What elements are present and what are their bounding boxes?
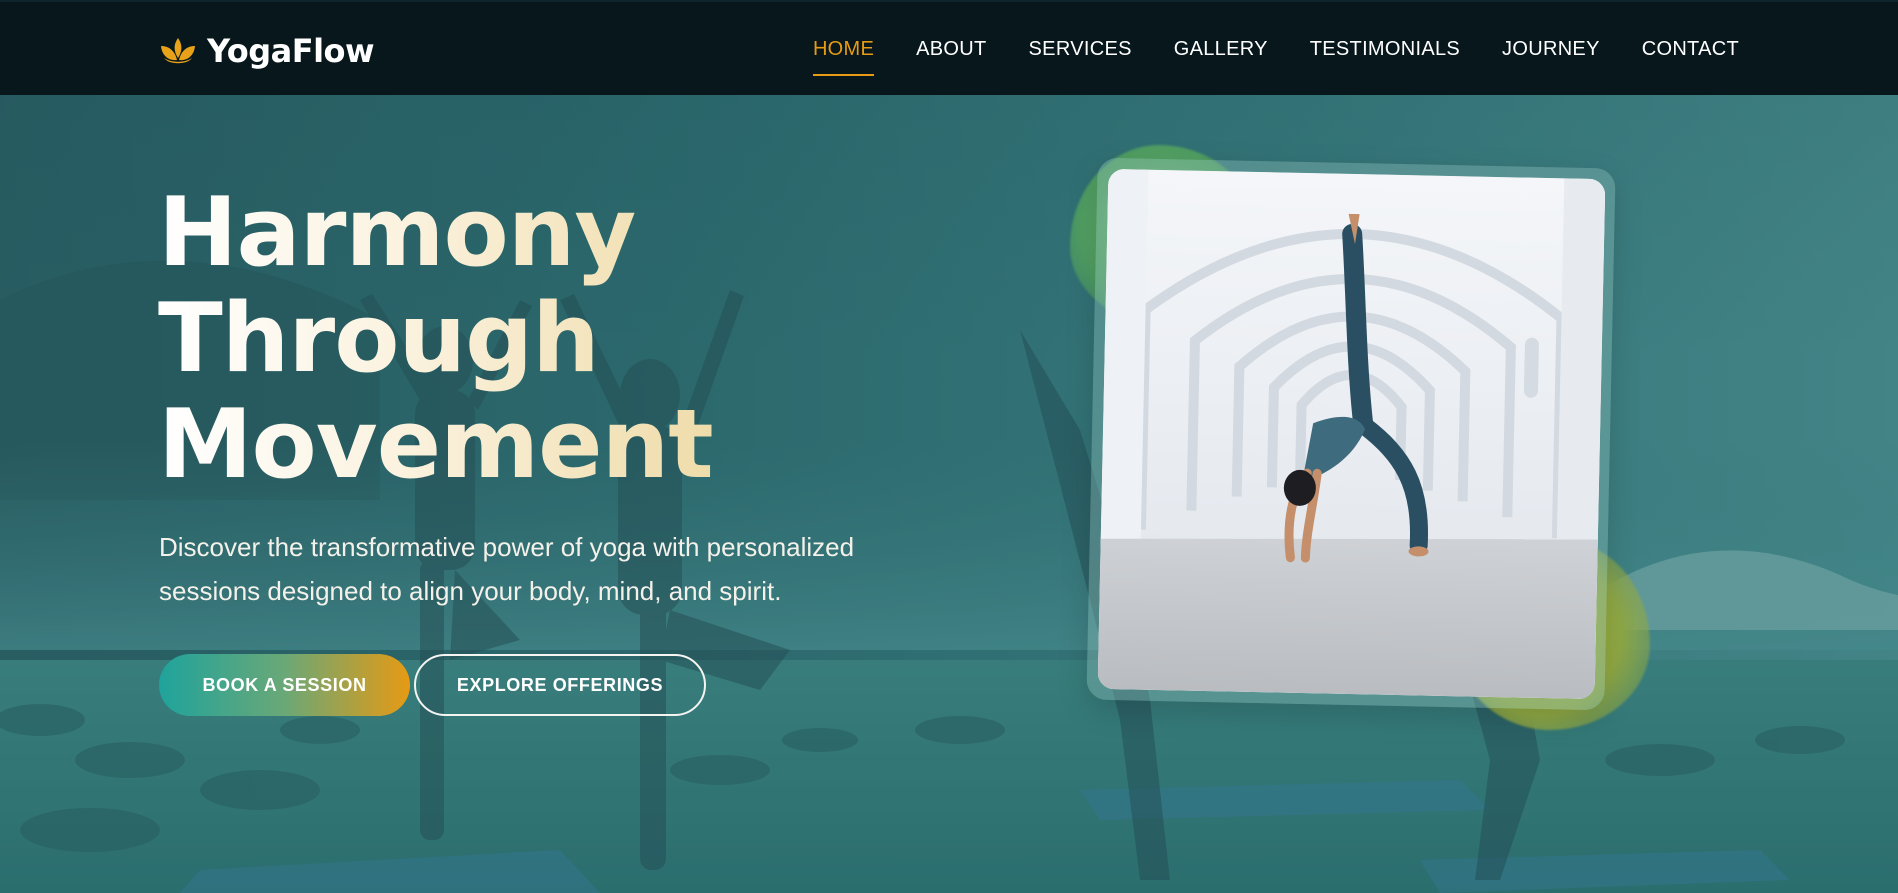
explore-offerings-button[interactable]: EXPLORE OFFERINGS	[414, 654, 706, 716]
brand-logo[interactable]: YogaFlow	[159, 31, 375, 71]
nav-link-gallery[interactable]: GALLERY	[1174, 32, 1268, 67]
nav-link-home[interactable]: HOME	[812, 32, 875, 76]
hero-yoga-photo	[1097, 168, 1606, 700]
hero-title-line: Movement	[158, 390, 713, 500]
nav-link-services[interactable]: SERVICES	[1029, 32, 1132, 67]
hero-title-line: Through	[158, 284, 599, 394]
nav-link-testimonials[interactable]: TESTIMONIALS	[1310, 32, 1460, 67]
book-session-button[interactable]: BOOK A SESSION	[159, 654, 410, 716]
nav-link-contact[interactable]: CONTACT	[1642, 32, 1739, 67]
brand-name: YogaFlow	[207, 32, 375, 70]
hero-title-line: Harmony	[158, 178, 636, 288]
hero-subtitle: Discover the transformative power of yog…	[159, 532, 855, 606]
nav-link-about[interactable]: ABOUT	[916, 32, 986, 67]
lotus-icon	[161, 38, 195, 64]
nav-menu: HOME ABOUT SERVICES GALLERY TESTIMONIALS…	[812, 2, 1739, 97]
top-navbar: YogaFlow HOME ABOUT SERVICES GALLERY TES…	[0, 0, 1898, 95]
hero-title: Harmony Through Movement	[158, 180, 713, 498]
nav-link-journey[interactable]: JOURNEY	[1502, 32, 1600, 67]
homepage: YogaFlow HOME ABOUT SERVICES GALLERY TES…	[0, 0, 1898, 893]
